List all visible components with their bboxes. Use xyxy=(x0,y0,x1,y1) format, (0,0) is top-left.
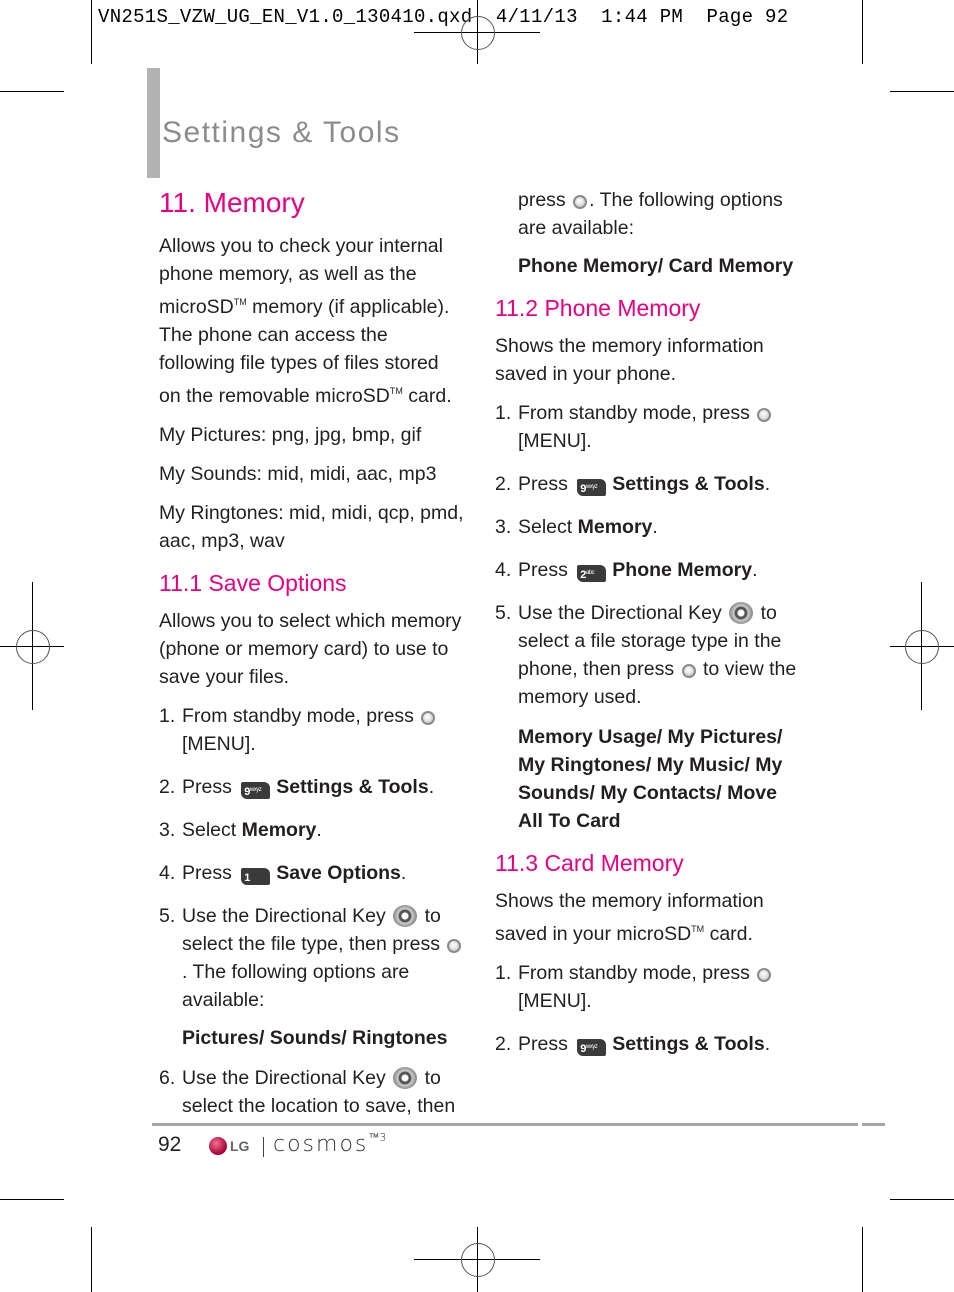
menu-label: Save Options xyxy=(276,862,401,884)
card-memory-heading: 11.3 Card Memory xyxy=(495,850,684,876)
trademark: TM xyxy=(389,386,403,396)
step-text: Press xyxy=(182,776,232,798)
key-1-icon: 1 xyxy=(241,868,271,885)
directional-key-icon xyxy=(729,602,754,624)
phone-memory-options-list: Memory Usage/ My Pictures/ My Ringtones/… xyxy=(518,726,783,832)
right-column: press . The following options are availa… xyxy=(495,186,800,1073)
step-text: press xyxy=(518,189,566,211)
step-text: Press xyxy=(518,559,568,581)
step-number: 2. xyxy=(495,1033,512,1055)
step-text: [MENU]. xyxy=(182,733,256,755)
step-number: 4. xyxy=(159,862,176,884)
key-2-icon: 2abc xyxy=(577,565,607,582)
ok-key-icon xyxy=(757,968,772,982)
ok-key-icon xyxy=(573,195,588,209)
ok-key-icon xyxy=(681,664,696,678)
step-text: From standby mode, press xyxy=(518,962,750,984)
step-number: 1. xyxy=(495,402,512,424)
step-text: Select xyxy=(518,516,573,538)
product-brand: cosmos™3 xyxy=(273,1131,386,1157)
brand-text: cosmos xyxy=(273,1132,369,1157)
section-title: Settings & Tools xyxy=(162,116,401,149)
directional-key-icon xyxy=(393,905,418,927)
save-step-6: 6. Use the Directional Key to select the… xyxy=(159,1064,464,1120)
step-number: 3. xyxy=(495,516,512,538)
phone-memory-intro: Shows the memory information saved in yo… xyxy=(495,335,764,385)
step-number: 5. xyxy=(159,905,176,927)
footer-rule xyxy=(152,1123,858,1126)
menu-label: Memory xyxy=(241,819,317,841)
phone-step-1: 1. From standby mode, press [MENU]. xyxy=(495,399,800,455)
phone-step-2: 2. Press 9wxyz Settings & Tools. xyxy=(495,470,800,498)
key-9-icon: 9wxyz xyxy=(577,479,607,496)
save-step-1: 1. From standby mode, press [MENU]. xyxy=(159,702,464,758)
save-step-6-continued: press . The following options are availa… xyxy=(495,186,800,242)
page-number: 92 xyxy=(158,1133,182,1156)
intro-text: card. xyxy=(704,923,753,945)
step-number: 6. xyxy=(159,1067,176,1089)
menu-label: Settings & Tools xyxy=(276,776,429,798)
save-step-3: 3. Select Memory. xyxy=(159,816,464,844)
step-text: From standby mode, press xyxy=(182,705,414,727)
step-text: Select xyxy=(182,819,237,841)
key-9-icon: 9wxyz xyxy=(577,1039,607,1056)
step-text: . The following options are available: xyxy=(182,961,410,1011)
location-options-list: Phone Memory/ Card Memory xyxy=(518,255,794,277)
save-options-intro: Allows you to select which memory (phone… xyxy=(159,610,462,688)
file-type-sounds: My Sounds: mid, midi, aac, mp3 xyxy=(159,463,437,485)
save-step-4: 4. Press 1 Save Options. xyxy=(159,859,464,887)
footer-rule-end xyxy=(862,1123,885,1126)
save-options-heading: 11.1 Save Options xyxy=(159,570,347,596)
left-column: 11. Memory Allows you to check your inte… xyxy=(159,186,464,1135)
menu-label: Settings & Tools xyxy=(612,473,765,495)
step-number: 1. xyxy=(495,962,512,984)
card-memory-intro: Shows the memory information saved in yo… xyxy=(495,887,800,948)
printer-slug: VN251S_VZW_UG_EN_V1.0_130410.qxd 4/11/13… xyxy=(98,6,789,28)
card-step-1: 1. From standby mode, press [MENU]. xyxy=(495,959,800,1015)
step-text: Use the Directional Key xyxy=(182,905,386,927)
step-text: [MENU]. xyxy=(518,430,592,452)
ok-key-icon xyxy=(447,939,462,953)
directional-key-icon xyxy=(393,1067,418,1089)
save-step-5: 5. Use the Directional Key to select the… xyxy=(159,902,464,1014)
phone-step-3: 3. Select Memory. xyxy=(495,513,800,541)
lg-logo-text: LG xyxy=(230,1138,250,1154)
save-options-list: Pictures/ Sounds/ Ringtones xyxy=(182,1027,448,1049)
step-text: Press xyxy=(518,473,568,495)
step-text: Press xyxy=(518,1033,568,1055)
file-type-pictures: My Pictures: png, jpg, bmp, gif xyxy=(159,424,422,446)
lg-logo-icon xyxy=(209,1137,227,1155)
brand-divider xyxy=(263,1137,264,1157)
card-step-2: 2. Press 9wxyz Settings & Tools. xyxy=(495,1030,800,1058)
step-number: 4. xyxy=(495,559,512,581)
step-number: 2. xyxy=(495,473,512,495)
brand-suffix: ™3 xyxy=(368,1131,387,1144)
step-number: 3. xyxy=(159,819,176,841)
step-text: From standby mode, press xyxy=(518,402,750,424)
step-text: Press xyxy=(182,862,232,884)
key-9-icon: 9wxyz xyxy=(241,782,271,799)
section-tab-bar xyxy=(147,68,160,178)
step-text: Use the Directional Key xyxy=(182,1067,386,1089)
save-step-2: 2. Press 9wxyz Settings & Tools. xyxy=(159,773,464,801)
ok-key-icon xyxy=(421,711,436,725)
menu-label: Settings & Tools xyxy=(612,1033,765,1055)
phone-memory-heading: 11.2 Phone Memory xyxy=(495,295,701,321)
phone-step-5: 5. Use the Directional Key to select a f… xyxy=(495,599,800,711)
step-text: Use the Directional Key xyxy=(518,602,722,624)
step-number: 1. xyxy=(159,705,176,727)
step-text: [MENU]. xyxy=(518,990,592,1012)
step-number: 2. xyxy=(159,776,176,798)
ok-key-icon xyxy=(757,408,772,422)
menu-label: Memory xyxy=(577,516,653,538)
phone-step-4: 4. Press 2abc Phone Memory. xyxy=(495,556,800,584)
memory-heading: 11. Memory xyxy=(159,187,305,218)
step-number: 5. xyxy=(495,602,512,624)
trademark: TM xyxy=(691,924,705,934)
file-type-ringtones: My Ringtones: mid, midi, qcp, pmd, aac, … xyxy=(159,502,464,552)
memory-intro: Allows you to check your internal phone … xyxy=(159,232,464,410)
trademark: TM xyxy=(233,297,247,307)
menu-label: Phone Memory xyxy=(612,559,753,581)
intro-text: card. xyxy=(402,385,452,407)
